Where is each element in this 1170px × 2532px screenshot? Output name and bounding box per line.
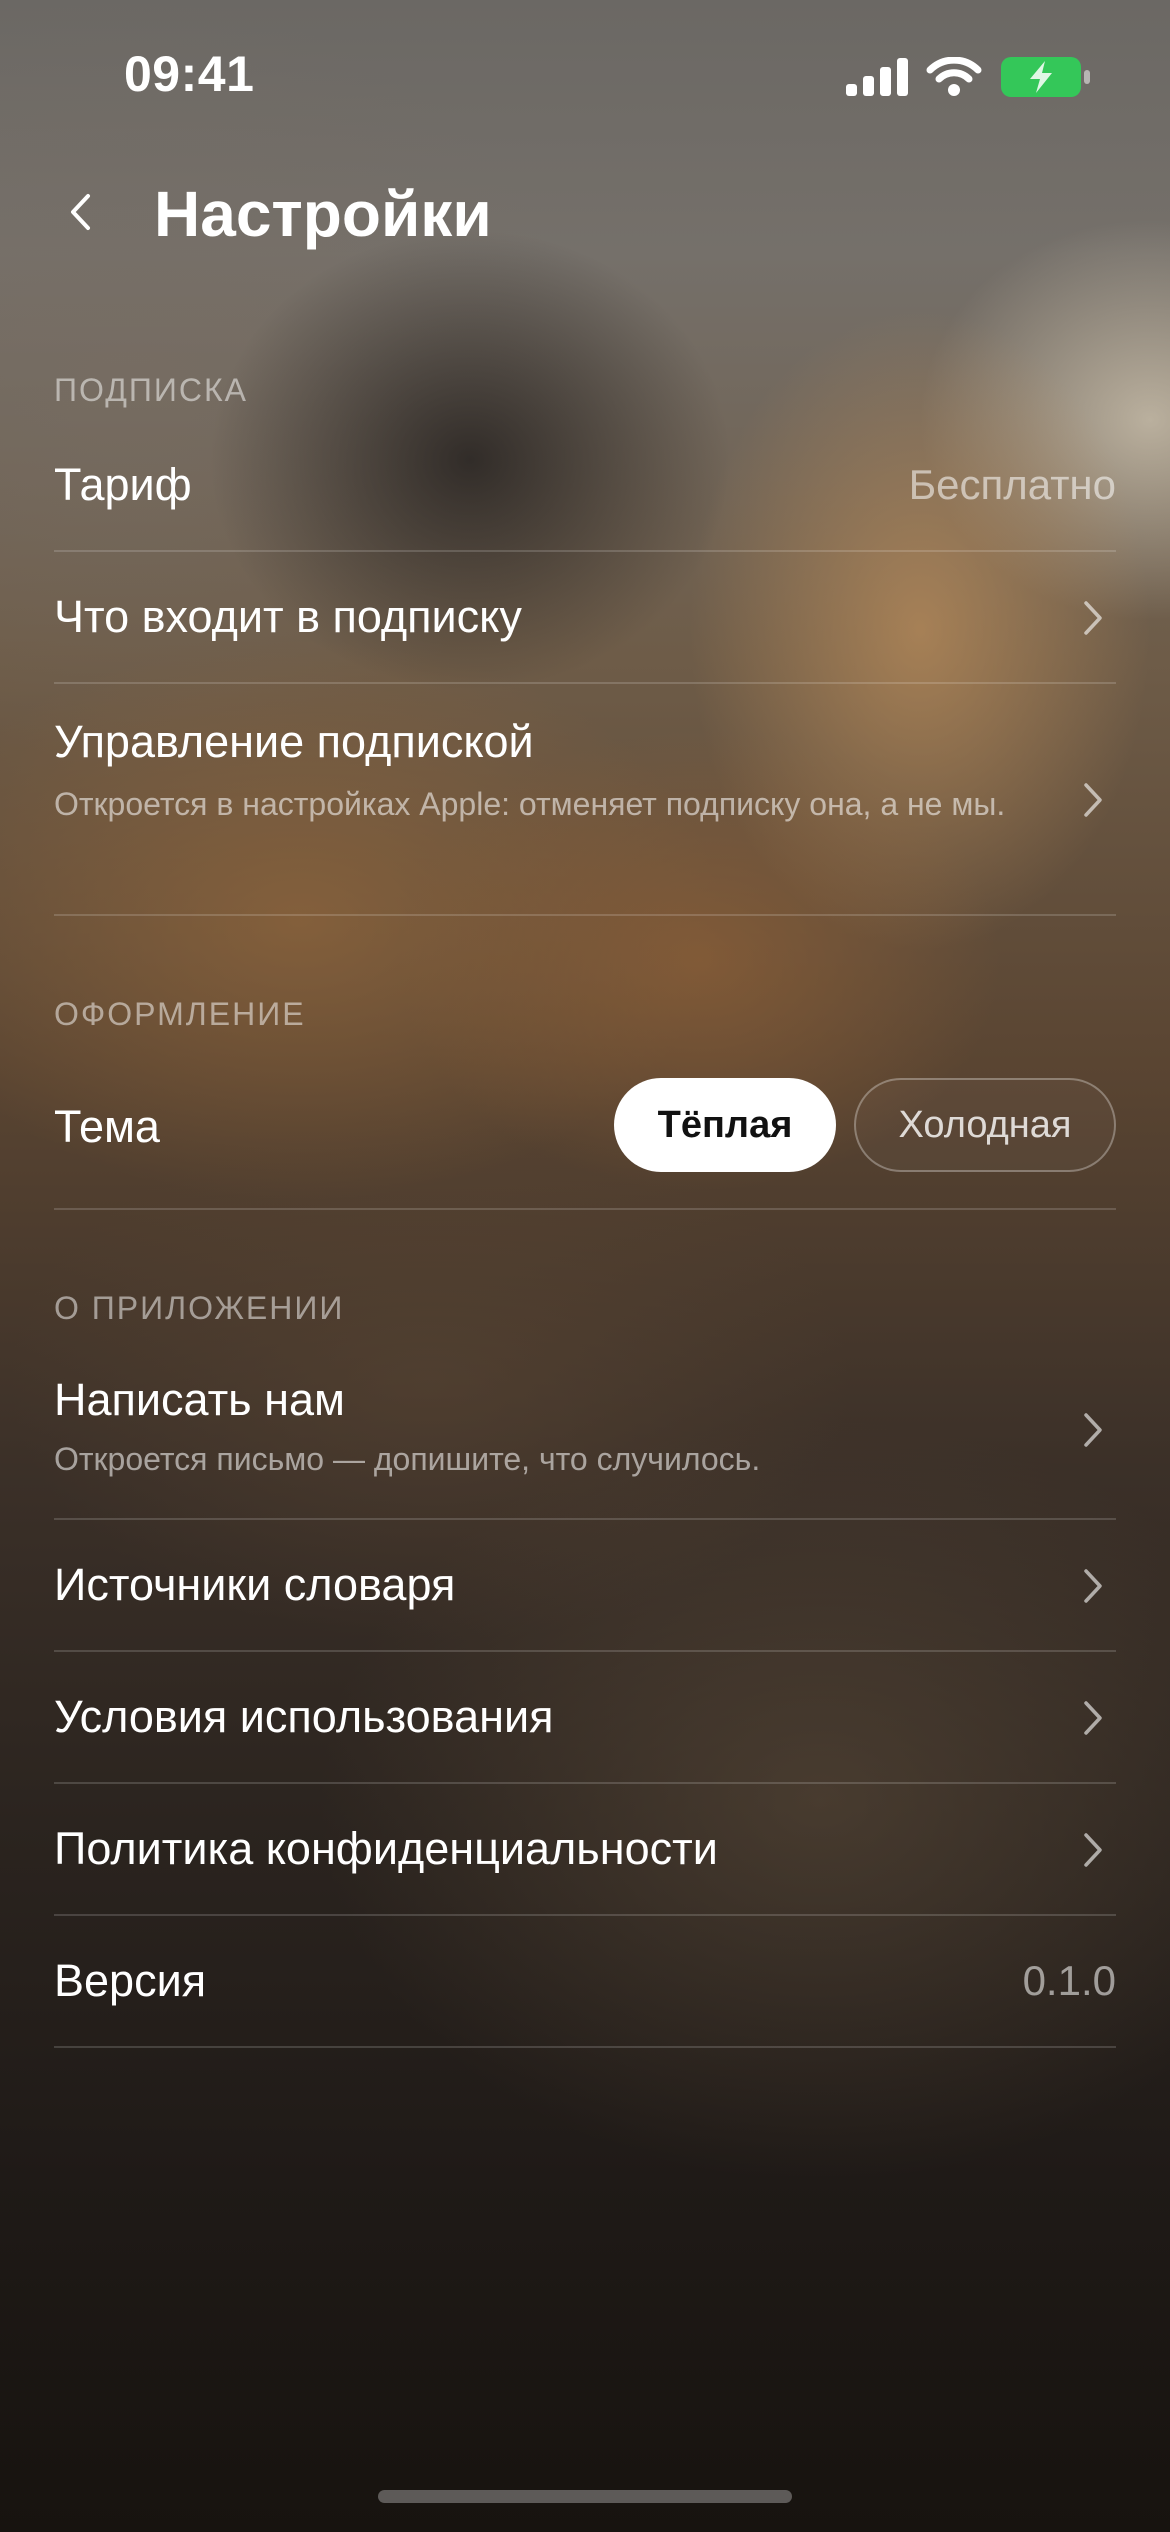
home-indicator bbox=[378, 2490, 792, 2503]
contact-us-label: Написать нам bbox=[54, 1374, 345, 1425]
row-dictionary-sources[interactable]: Источники словаря bbox=[54, 1520, 1116, 1652]
section-header-about: О ПРИЛОЖЕНИИ bbox=[54, 1290, 345, 1326]
chevron-right-icon bbox=[1082, 782, 1104, 818]
row-theme: Тема Тёплая Холодная bbox=[54, 1060, 1116, 1210]
chevron-right-icon bbox=[1082, 600, 1104, 636]
chevron-right-icon bbox=[1082, 1700, 1104, 1736]
chevron-right-icon bbox=[1082, 1568, 1104, 1604]
dictionary-sources-label: Источники словаря bbox=[54, 1559, 456, 1610]
status-icons bbox=[846, 52, 1092, 102]
chevron-right-icon bbox=[1082, 1832, 1104, 1868]
settings-screen: 09:41 Настройки ПОДПИСКА Тариф Бесплатно bbox=[0, 0, 1170, 2532]
row-contact-us[interactable]: Написать нам Откроется письмо — допишите… bbox=[54, 1340, 1116, 1520]
manage-subscription-sub: Откроется в настройках Apple: отменяет п… bbox=[54, 786, 1006, 822]
row-tariff[interactable]: Тариф Бесплатно bbox=[54, 420, 1116, 552]
chevron-left-icon bbox=[71, 194, 90, 230]
battery-charging-icon bbox=[1001, 57, 1090, 97]
theme-label: Тема bbox=[54, 1101, 160, 1152]
terms-of-use-label: Условия использования bbox=[54, 1691, 554, 1742]
page-title: Настройки bbox=[154, 178, 492, 250]
row-privacy-policy[interactable]: Политика конфиденциальности bbox=[54, 1784, 1116, 1916]
back-button[interactable] bbox=[50, 180, 110, 244]
row-terms-of-use[interactable]: Условия использования bbox=[54, 1652, 1116, 1784]
tariff-label: Тариф bbox=[54, 459, 192, 510]
row-manage-subscription[interactable]: Управление подпиской Откроется в настрой… bbox=[54, 684, 1116, 916]
section-header-subscription: ПОДПИСКА bbox=[54, 372, 248, 408]
version-value: 0.1.0 bbox=[1022, 1957, 1116, 2004]
section-header-appearance: ОФОРМЛЕНИЕ bbox=[54, 996, 306, 1032]
wifi-icon bbox=[926, 57, 982, 96]
theme-warm-button[interactable]: Тёплая bbox=[614, 1078, 836, 1172]
chevron-right-icon bbox=[1082, 1412, 1104, 1448]
version-label: Версия bbox=[54, 1955, 207, 2006]
row-included[interactable]: Что входит в подписку bbox=[54, 552, 1116, 684]
theme-cold-button[interactable]: Холодная bbox=[854, 1078, 1116, 1172]
status-time: 09:41 bbox=[124, 46, 255, 102]
cellular-signal-icon bbox=[846, 58, 908, 96]
manage-subscription-label: Управление подпиской bbox=[54, 716, 534, 767]
privacy-policy-label: Политика конфиденциальности bbox=[54, 1823, 718, 1874]
row-version: Версия 0.1.0 bbox=[54, 1916, 1116, 2048]
contact-us-sub: Откроется письмо — допишите, что случило… bbox=[54, 1441, 761, 1477]
included-label: Что входит в подписку bbox=[54, 591, 522, 642]
tariff-value: Бесплатно bbox=[908, 461, 1116, 508]
